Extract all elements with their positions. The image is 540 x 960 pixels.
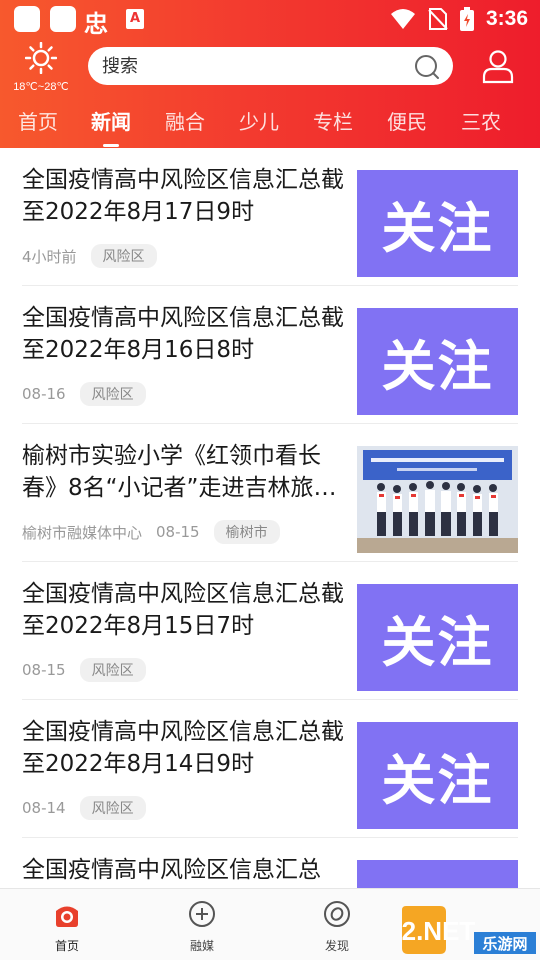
- search-input[interactable]: [102, 55, 402, 77]
- news-time: 08-15: [156, 523, 200, 541]
- tab-children[interactable]: 少儿: [239, 106, 279, 135]
- home-icon: [56, 906, 78, 927]
- news-thumbnail: 关注: [357, 170, 518, 277]
- sun-icon: [24, 41, 58, 75]
- tab-home[interactable]: 首页: [18, 106, 58, 135]
- weather-widget[interactable]: 18℃~28℃: [6, 41, 76, 93]
- news-title: 全国疫情高中风险区信息汇总截至2022年8月15日7时: [22, 581, 344, 639]
- status-time: 3:36: [485, 7, 528, 30]
- tab-convenience[interactable]: 便民: [387, 106, 427, 135]
- tab-column[interactable]: 专栏: [313, 106, 353, 135]
- app-notification-icon: 忠: [84, 10, 108, 38]
- news-thumbnail: 关注: [357, 584, 518, 691]
- nav-label: 发现: [324, 939, 349, 953]
- news-tag[interactable]: 榆树市: [213, 520, 280, 544]
- news-time: 08-15: [22, 661, 66, 679]
- news-time: 4小时前: [22, 247, 77, 266]
- watermark-sub: 乐游网: [482, 935, 527, 953]
- news-title: 全国疫情高中风险区信息汇总截至2022年8月14日9时: [22, 719, 344, 777]
- news-item[interactable]: 全国疫情高中风险区信息汇总截至2022年8月14日9时 08-14 风险区 关注: [0, 700, 540, 838]
- category-tabs: 首页 新闻 融合 少儿 专栏 便民 三农: [0, 106, 540, 148]
- plus-circle-icon: [189, 901, 215, 927]
- news-title: 全国疫情高中风险区信息汇总截至2022年8月17日9时: [22, 167, 344, 225]
- news-thumbnail: 关注: [357, 860, 518, 888]
- news-meta: 08-16 风险区: [22, 382, 146, 406]
- battery-icon: [459, 7, 474, 31]
- news-tag[interactable]: 风险区: [79, 658, 146, 682]
- discover-icon: [324, 901, 350, 927]
- news-tag[interactable]: 风险区: [90, 244, 157, 268]
- notification-icon: [14, 6, 40, 32]
- active-tab-indicator: [103, 144, 119, 147]
- news-item[interactable]: 全国疫情高中风险区信息汇总截至2022年8月17日9时 4小时前 风险区 关注: [0, 148, 540, 286]
- nav-label: 首页: [54, 939, 79, 953]
- news-thumbnail: 关注: [357, 722, 518, 829]
- news-tag[interactable]: 风险区: [79, 796, 146, 820]
- news-list[interactable]: 全国疫情高中风险区信息汇总截至2022年8月17日9时 4小时前 风险区 关注 …: [0, 148, 540, 888]
- news-photo-thumbnail: [357, 446, 518, 553]
- news-title: 全国疫情高中风险区信息汇总: [22, 857, 321, 883]
- tab-news[interactable]: 新闻: [91, 106, 131, 135]
- news-item[interactable]: 全国疫情高中风险区信息汇总截至2022年8月15日7时 08-15 风险区 关注: [0, 562, 540, 700]
- news-item[interactable]: 榆树市实验小学《红领巾看长春》8名“小记者”走进吉林旅… 榆树市融媒体中心 08…: [0, 424, 540, 562]
- news-tag[interactable]: 风险区: [79, 382, 146, 406]
- news-meta: 08-15 风险区: [22, 658, 146, 682]
- weather-temperature: 18℃~28℃: [13, 81, 69, 93]
- status-bar: 忠 A 3:36: [0, 0, 540, 40]
- nav-home[interactable]: 首页: [37, 899, 97, 954]
- wifi-icon: [390, 9, 415, 29]
- news-thumbnail: 关注: [357, 308, 518, 415]
- news-item[interactable]: 全国疫情高中风险区信息汇总截至2022年8月16日8时 08-16 风险区 关注: [0, 286, 540, 424]
- news-title: 全国疫情高中风险区信息汇总截至2022年8月16日8时: [22, 305, 344, 363]
- news-meta: 榆树市融媒体中心 08-15 榆树市: [22, 520, 280, 544]
- news-item[interactable]: 全国疫情高中风险区信息汇总 关注: [0, 838, 540, 888]
- nav-label: 融媒: [189, 939, 214, 953]
- user-profile-icon[interactable]: [480, 48, 516, 84]
- site-watermark-logo: 962.NET 乐游网: [400, 906, 536, 954]
- app-header: 忠 A 3:36 18℃~28℃ 搜索 首页 新闻 融合 少儿 专栏 便民 三农: [0, 0, 540, 148]
- watermark-brand: 962.NET: [400, 916, 475, 946]
- tab-agriculture[interactable]: 三农: [461, 106, 501, 135]
- tab-fusion[interactable]: 融合: [165, 106, 205, 135]
- no-sim-icon: [428, 8, 448, 30]
- notification-icon: [50, 6, 76, 32]
- search-bar[interactable]: [88, 47, 453, 85]
- group-photo-image: [357, 446, 518, 553]
- nav-media[interactable]: 融媒: [172, 899, 232, 954]
- news-meta: 4小时前 风险区: [22, 244, 157, 268]
- news-meta: 08-14 风险区: [22, 796, 146, 820]
- search-icon[interactable]: [413, 53, 441, 81]
- news-time: 08-16: [22, 385, 66, 403]
- news-title: 榆树市实验小学《红领巾看长春》8名“小记者”走进吉林旅…: [22, 443, 337, 501]
- nav-discover[interactable]: 发现: [307, 899, 367, 954]
- a-notification-icon: A: [126, 9, 144, 29]
- news-time: 08-14: [22, 799, 66, 817]
- news-source: 榆树市融媒体中心: [22, 523, 143, 542]
